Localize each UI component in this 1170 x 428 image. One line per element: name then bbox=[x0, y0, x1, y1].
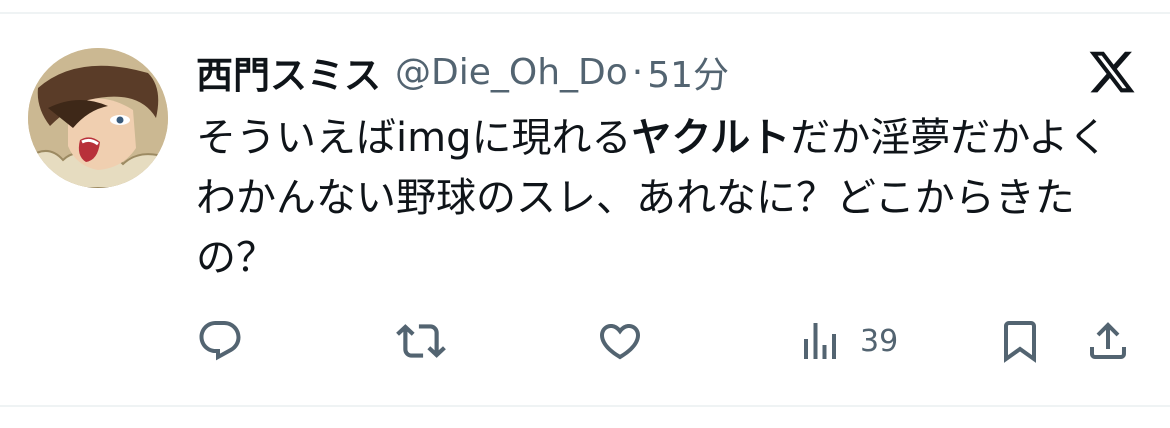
like-button[interactable] bbox=[596, 316, 644, 366]
action-bar: 39 bbox=[0, 316, 1170, 366]
divider-bottom bbox=[0, 405, 1170, 407]
views-icon bbox=[796, 317, 844, 365]
share-button[interactable] bbox=[1084, 316, 1132, 366]
tweet-text-part1: そういえばimgに現れる bbox=[196, 115, 632, 161]
display-name[interactable]: 西門スミス bbox=[196, 45, 381, 99]
bookmark-button[interactable] bbox=[996, 316, 1044, 366]
timestamp[interactable]: 51分 bbox=[647, 46, 729, 98]
tweet-text: そういえばimgに現れるヤクルトだか淫夢だかよくわかんない野球のスレ、あれなに？… bbox=[196, 108, 1146, 288]
retweet-button[interactable] bbox=[396, 316, 446, 366]
user-handle[interactable]: @Die_Oh_Do bbox=[395, 52, 628, 93]
separator: · bbox=[631, 51, 644, 93]
reply-button[interactable] bbox=[196, 316, 244, 366]
bookmark-icon bbox=[996, 317, 1044, 365]
tweet-header: 西門スミス @Die_Oh_Do · 51分 bbox=[196, 46, 729, 98]
x-logo-icon bbox=[1087, 47, 1137, 97]
reply-icon bbox=[196, 317, 244, 365]
avatar[interactable] bbox=[28, 48, 168, 188]
views-count: 39 bbox=[860, 323, 899, 359]
share-icon bbox=[1084, 317, 1132, 365]
tweet-text-bold: ヤクルト bbox=[631, 115, 791, 161]
divider-top bbox=[0, 12, 1170, 14]
tweet[interactable]: 西門スミス @Die_Oh_Do · 51分 そういえばimgに現れるヤクルトだ… bbox=[0, 0, 1170, 428]
heart-icon bbox=[596, 317, 644, 365]
views-button[interactable]: 39 bbox=[796, 316, 898, 366]
retweet-icon bbox=[396, 316, 446, 366]
